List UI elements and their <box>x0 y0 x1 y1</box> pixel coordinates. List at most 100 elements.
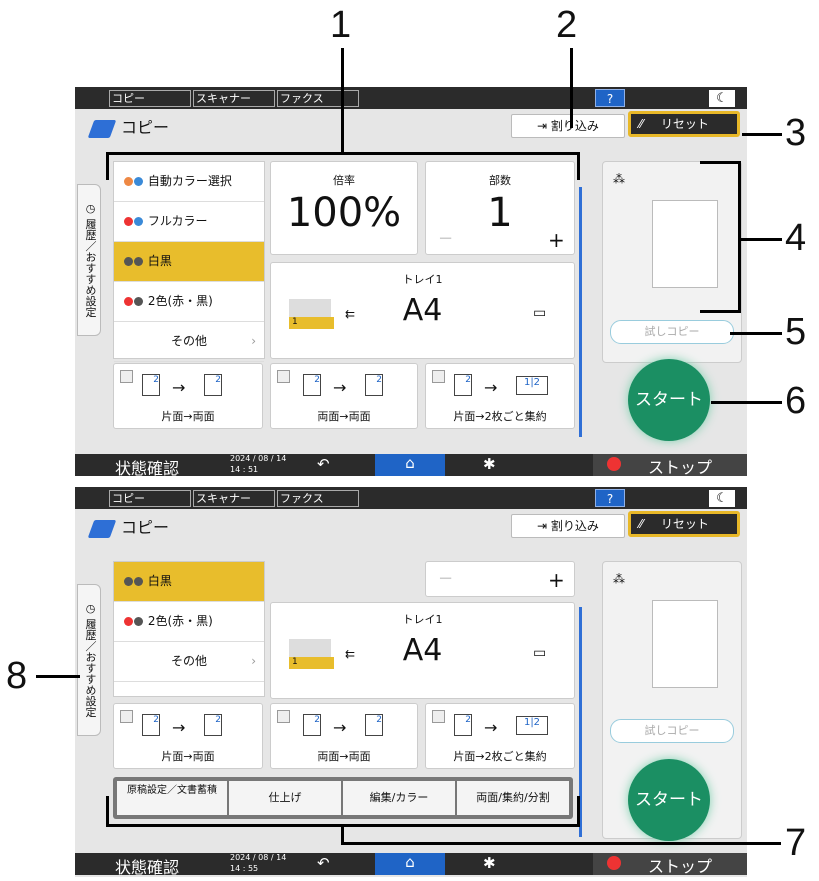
reset-button[interactable]: ⁄⁄ リセット <box>628 511 740 537</box>
tab-original-settings[interactable]: 原稿設定／文書蓄積 <box>117 781 227 815</box>
callout-8: 8 <box>6 655 28 697</box>
tab-fax[interactable]: ファクス <box>277 90 359 107</box>
stop-button[interactable]: ストップ <box>593 853 747 876</box>
tab-fax[interactable]: ファクス <box>277 490 359 507</box>
stop-icon <box>607 457 621 471</box>
callout-line-5 <box>730 332 782 335</box>
stop-button[interactable]: ストップ <box>593 454 747 477</box>
two-color-icon <box>124 617 133 626</box>
color-mode-list: 自動カラー選択 フルカラー 白黒 2色(赤・黒) その他 › <box>113 161 265 362</box>
minus-button[interactable]: − <box>438 568 453 589</box>
tray-card[interactable]: トレイ1 1 ⇇ A4 ▭ <box>270 262 575 359</box>
trial-copy-button[interactable]: 試しコピー <box>610 719 734 743</box>
color-auto[interactable]: 自動カラー選択 <box>114 162 264 202</box>
callout-line-2 <box>570 48 573 128</box>
reset-button[interactable]: ⁄⁄ リセット <box>628 111 740 137</box>
color-full[interactable]: フルカラー <box>114 202 264 242</box>
function-tabs: 原稿設定／文書蓄積 仕上げ 編集/カラー 両面/集約/分割 <box>113 777 573 819</box>
color-bw[interactable]: 白黒 <box>114 242 264 282</box>
checkbox[interactable] <box>432 370 445 383</box>
duplex-2s2s[interactable]: 2 → 2 両面→両面 <box>270 703 418 769</box>
color-two[interactable]: 2色(赤・黒) <box>114 602 264 642</box>
minus-button[interactable]: − <box>438 228 453 249</box>
history-tab[interactable]: ◷ 履歴／おすすめ設定 <box>77 184 101 336</box>
status-check-button[interactable]: 状態確認 <box>115 455 179 479</box>
duplex-label: 片面→2枚ごと集約 <box>453 750 547 763</box>
page-title: コピー <box>87 514 169 538</box>
start-button[interactable]: スタート <box>628 759 710 841</box>
tab-finishing[interactable]: 仕上げ <box>229 781 341 815</box>
callout-line-8 <box>36 675 80 678</box>
status-check-button[interactable]: 状態確認 <box>115 854 179 878</box>
interrupt-button[interactable]: ⇥ 割り込み <box>511 514 625 538</box>
interrupt-icon: ⇥ <box>537 519 551 533</box>
home-icon[interactable]: ⌂ <box>375 853 445 875</box>
date: 2024 / 08 / 14 <box>230 454 287 463</box>
checkbox[interactable] <box>120 370 133 383</box>
callout-3: 3 <box>785 112 807 154</box>
callout-6: 6 <box>785 380 807 422</box>
tray-label: トレイ1 <box>402 273 443 286</box>
tab-scanner[interactable]: スキャナー <box>193 490 275 507</box>
settings-icon[interactable]: ✱ <box>483 455 496 473</box>
duplex-label: 片面→両面 <box>161 750 215 763</box>
start-button[interactable]: スタート <box>628 359 710 441</box>
document-preview <box>652 600 718 688</box>
color-two[interactable]: 2色(赤・黒) <box>114 282 264 322</box>
paper-size: A4 <box>402 633 443 668</box>
help-button[interactable]: ? <box>595 489 625 507</box>
plus-button[interactable]: + <box>548 228 565 252</box>
reset-icon: ⁄⁄ <box>639 517 647 531</box>
tray-card[interactable]: トレイ1 1 ⇇ A4 ▭ <box>270 602 575 699</box>
checkbox[interactable] <box>277 710 290 723</box>
clock-icon: ◷ <box>84 602 97 619</box>
copies-label: 部数 <box>489 174 511 187</box>
reset-icon: ⁄⁄ <box>639 117 647 131</box>
back-icon[interactable]: ↶ <box>317 854 330 872</box>
energy-saver-icon[interactable]: ☾ <box>709 90 735 107</box>
energy-saver-icon[interactable]: ☾ <box>709 490 735 507</box>
copies-card[interactable]: 部数 1 − + <box>425 161 575 255</box>
duplex-2s2s[interactable]: 2 → 2 両面→両面 <box>270 363 418 429</box>
duplex-combine[interactable]: 2 → 1|2 片面→2枚ごと集約 <box>425 703 575 769</box>
status-bar: 状態確認 2024 / 08 / 14 14 : 55 ↶ ⌂ ✱ ストップ <box>75 853 747 878</box>
chevron-right-icon: › <box>251 654 256 668</box>
document-preview <box>652 200 718 288</box>
color-other[interactable]: その他 › <box>114 642 264 682</box>
tab-scanner[interactable]: スキャナー <box>193 90 275 107</box>
copies-card[interactable]: − + <box>425 561 575 597</box>
help-button[interactable]: ? <box>595 89 625 107</box>
settings-icon[interactable]: ✱ <box>483 854 496 872</box>
bw-icon: ⁂ <box>613 572 625 586</box>
checkbox[interactable] <box>432 710 445 723</box>
interrupt-button[interactable]: ⇥ 割り込み <box>511 114 625 138</box>
tab-duplex-combine[interactable]: 両面/集約/分割 <box>457 781 569 815</box>
copy-screen-bottom: コピー スキャナー ファクス ? ☾ コピー ⇥ 割り込み ⁄⁄ リセット ◷ … <box>75 487 747 877</box>
checkbox[interactable] <box>120 710 133 723</box>
ratio-label: 倍率 <box>333 174 355 187</box>
home-icon[interactable]: ⌂ <box>375 454 445 476</box>
callout-line-3 <box>742 133 782 136</box>
scrollbar[interactable] <box>579 187 582 437</box>
color-other[interactable]: その他 › <box>114 322 264 362</box>
two-color-icon <box>124 297 133 306</box>
auto-color-icon <box>124 177 133 186</box>
paper-icon: ▭ <box>533 305 547 321</box>
tab-copy[interactable]: コピー <box>109 490 191 507</box>
trial-copy-button[interactable]: 試しコピー <box>610 320 734 344</box>
duplex-1s2s[interactable]: 2 → 2 片面→両面 <box>113 703 263 769</box>
color-bw[interactable]: 白黒 <box>114 562 264 602</box>
color-mode-list: 白黒 2色(赤・黒) その他 › <box>113 561 265 697</box>
plus-button[interactable]: + <box>548 568 565 592</box>
history-tab[interactable]: ◷ 履歴／おすすめ設定 <box>77 584 101 736</box>
checkbox[interactable] <box>277 370 290 383</box>
back-icon[interactable]: ↶ <box>317 455 330 473</box>
duplex-1s2s[interactable]: 2 → 2 片面→両面 <box>113 363 263 429</box>
app-tab-bar: コピー スキャナー ファクス ? ☾ <box>75 487 747 509</box>
duplex-combine[interactable]: 2 → 1|2 片面→2枚ごと集約 <box>425 363 575 429</box>
tray-label: トレイ1 <box>402 613 443 626</box>
callout-5: 5 <box>785 311 807 353</box>
ratio-card[interactable]: 倍率 100% <box>270 161 418 255</box>
tab-copy[interactable]: コピー <box>109 90 191 107</box>
tab-edit-color[interactable]: 編集/カラー <box>343 781 455 815</box>
